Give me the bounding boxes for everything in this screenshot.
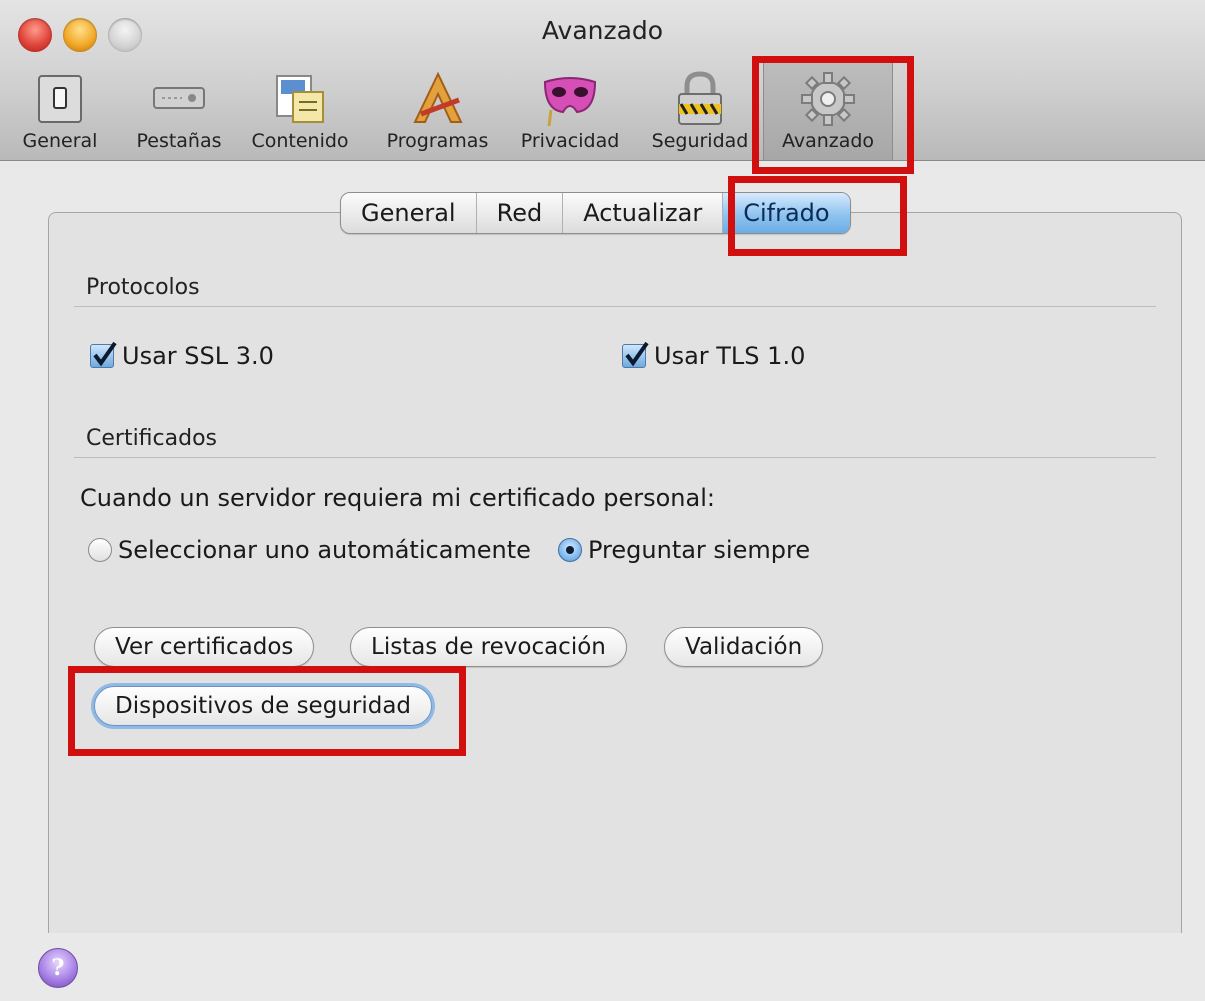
toolbar-label: Seguridad xyxy=(651,130,749,152)
certificates-heading: Certificados xyxy=(86,426,218,451)
ssl-label: Usar SSL 3.0 xyxy=(122,342,274,370)
protocols-heading: Protocolos xyxy=(86,275,200,300)
toolbar-label: General xyxy=(22,130,98,152)
applications-icon xyxy=(412,71,463,123)
tab-general[interactable]: General xyxy=(341,193,477,233)
toolbar-content[interactable]: Contenido xyxy=(240,60,360,160)
tls-checkbox-row[interactable]: Usar TLS 1.0 xyxy=(622,341,806,370)
radio-auto-label: Seleccionar uno automáticamente xyxy=(118,536,531,564)
toolbar-security[interactable]: Seguridad xyxy=(640,60,760,160)
security-devices-button[interactable]: Dispositivos de seguridad xyxy=(94,686,433,726)
tab-network[interactable]: Red xyxy=(477,193,564,233)
radio-ask-label: Preguntar siempre xyxy=(588,536,811,564)
checkmark-icon xyxy=(93,341,117,367)
ssl-checkbox[interactable] xyxy=(90,341,117,368)
toolbar-label: Contenido xyxy=(251,130,349,152)
toolbar-label: Avanzado xyxy=(781,130,875,152)
preferences-window: Avanzado General Pestañas Contenido Prog… xyxy=(0,0,1205,1001)
title-toolbar: Avanzado General Pestañas Contenido Prog… xyxy=(0,0,1205,161)
radio-ask[interactable] xyxy=(558,538,582,562)
gear-icon xyxy=(801,72,855,126)
certificates-separator xyxy=(74,457,1156,458)
toolbar-privacy[interactable]: Privacidad xyxy=(510,60,630,160)
certificate-prompt: Cuando un servidor requiera mi certifica… xyxy=(80,484,715,512)
toolbar-label: Pestañas xyxy=(136,130,222,152)
toolbar-applications[interactable]: Programas xyxy=(375,60,500,160)
tabs-icon xyxy=(153,87,205,109)
tls-checkbox[interactable] xyxy=(622,341,649,368)
content-pane xyxy=(48,212,1182,933)
toolbar-label: Programas xyxy=(386,130,489,152)
radio-auto-row[interactable]: Seleccionar uno automáticamente xyxy=(88,536,531,564)
validation-button[interactable]: Validación xyxy=(664,627,824,667)
toolbar-tabs[interactable]: Pestañas xyxy=(124,60,234,160)
toolbar-label: Privacidad xyxy=(520,130,620,152)
ssl-checkbox-row[interactable]: Usar SSL 3.0 xyxy=(90,341,274,370)
window-title: Avanzado xyxy=(541,16,664,45)
tab-encryption[interactable]: Cifrado xyxy=(723,193,850,233)
checkmark-icon xyxy=(625,341,649,367)
tab-bar: General Red Actualizar Cifrado xyxy=(340,192,851,234)
general-switch-icon xyxy=(38,75,82,123)
radio-ask-row[interactable]: Preguntar siempre xyxy=(558,536,810,564)
revocation-lists-button[interactable]: Listas de revocación xyxy=(350,627,627,667)
tab-update[interactable]: Actualizar xyxy=(563,193,724,233)
toolbar-advanced[interactable]: Avanzado xyxy=(763,60,893,160)
content-icon xyxy=(276,75,324,123)
help-button[interactable]: ? xyxy=(38,948,78,988)
tls-label: Usar TLS 1.0 xyxy=(654,342,806,370)
protocols-separator xyxy=(74,306,1156,307)
view-certificates-button[interactable]: Ver certificados xyxy=(94,627,315,667)
security-lock-icon xyxy=(678,71,722,125)
toolbar-general[interactable]: General xyxy=(0,60,120,160)
radio-auto[interactable] xyxy=(88,538,112,562)
privacy-mask-icon xyxy=(543,77,597,127)
